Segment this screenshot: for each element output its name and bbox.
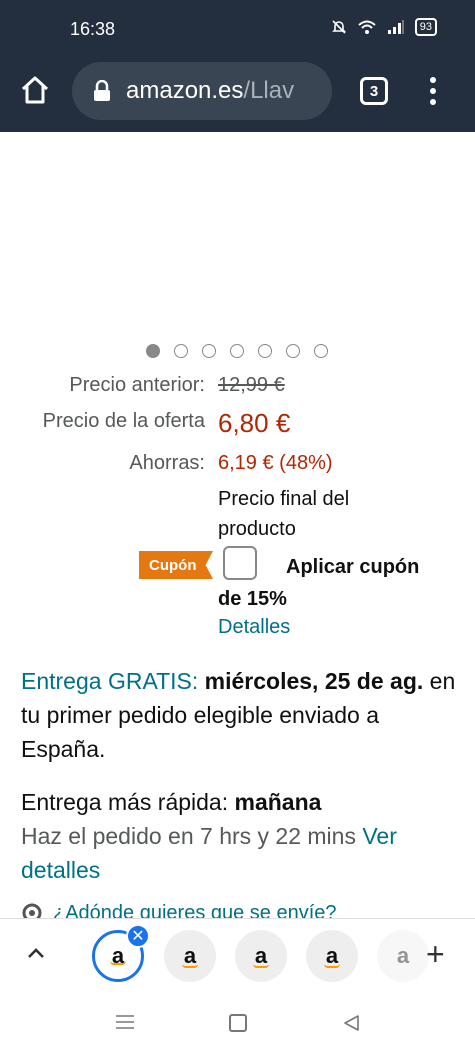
signal-icon <box>387 20 404 34</box>
lock-icon <box>94 80 110 101</box>
chevron-up-icon[interactable] <box>24 945 48 961</box>
carousel-dot[interactable] <box>314 344 328 358</box>
wifi-icon <box>358 20 376 34</box>
tab-strip: a a a a a + <box>0 918 475 990</box>
url-path: /Llav <box>243 77 295 104</box>
offer-price-label: Precio de la oferta <box>42 410 205 432</box>
nav-menu-icon[interactable] <box>116 1014 134 1030</box>
fast-delivery-label: Entrega más rápida: <box>21 789 229 815</box>
tab-thumbnail[interactable]: a <box>306 930 358 982</box>
carousel-dot[interactable] <box>286 344 300 358</box>
location-icon <box>22 903 42 918</box>
previous-price-value: 12,99 € <box>218 374 285 396</box>
carousel-dot[interactable] <box>146 344 160 358</box>
image-carousel-indicator <box>146 344 328 358</box>
free-delivery-link[interactable]: Entrega GRATIS: <box>21 668 198 694</box>
url-domain: amazon.es <box>126 77 244 104</box>
coupon-checkbox[interactable] <box>223 546 257 580</box>
offer-price-value: 6,80 € <box>218 408 291 438</box>
smile-icon <box>324 964 340 968</box>
smile-icon <box>110 961 126 965</box>
tab-thumbnail[interactable]: a <box>235 930 287 982</box>
nav-home-icon[interactable] <box>229 1014 247 1032</box>
status-time: 16:38 <box>70 19 116 39</box>
savings-label: Ahorras: <box>129 452 205 474</box>
close-icon[interactable]: ✕ <box>126 924 150 948</box>
carousel-dot[interactable] <box>230 344 244 358</box>
order-within-text: Haz el pedido en 7 hrs y 22 mins <box>21 823 356 849</box>
delivery-info: Entrega GRATIS: miércoles, 25 de ag. en … <box>21 664 461 766</box>
home-icon[interactable] <box>19 74 51 106</box>
smile-icon <box>182 964 198 968</box>
final-price-note: Precio final del producto <box>218 488 350 540</box>
fast-delivery-info: Entrega más rápida: mañana Haz el pedido… <box>21 785 461 887</box>
nav-back-icon[interactable] <box>342 1014 360 1032</box>
coupon-badge: Cupón <box>139 551 213 579</box>
previous-price-label: Precio anterior: <box>69 374 205 396</box>
delivery-location-text: ¿Adónde quieres que se envíe? <box>53 902 337 918</box>
plus-icon[interactable]: + <box>426 938 445 970</box>
url-text: amazon.es/Llav <box>126 77 294 105</box>
coupon-details-link[interactable]: Detalles <box>218 616 290 639</box>
mute-icon <box>331 20 346 34</box>
delivery-location-row[interactable]: ¿Adónde quieres que se envíe? <box>21 902 337 918</box>
status-icons: 93 <box>331 18 437 36</box>
tab-letter: a <box>111 943 125 968</box>
menu-dots-icon[interactable] <box>426 76 440 106</box>
smile-icon <box>253 964 269 968</box>
tab-thumbnail[interactable]: a <box>164 930 216 982</box>
battery-indicator: 93 <box>414 18 437 36</box>
url-bar[interactable]: amazon.es/Llav <box>72 62 332 120</box>
carousel-dot[interactable] <box>202 344 216 358</box>
system-nav-bar <box>0 990 475 1056</box>
carousel-dot[interactable] <box>258 344 272 358</box>
browser-header: 16:38 93 amazon.es/Llav 3 <box>0 0 475 132</box>
tab-letter: a <box>396 943 410 968</box>
savings-value: 6,19 € (48%) <box>218 452 333 474</box>
delivery-date: miércoles, 25 de ag. <box>204 668 424 694</box>
carousel-dot[interactable] <box>174 344 188 358</box>
fast-delivery-when: mañana <box>234 789 322 815</box>
tab-thumbnail[interactable]: a <box>377 930 429 982</box>
tab-switcher-button[interactable]: 3 <box>360 77 388 105</box>
